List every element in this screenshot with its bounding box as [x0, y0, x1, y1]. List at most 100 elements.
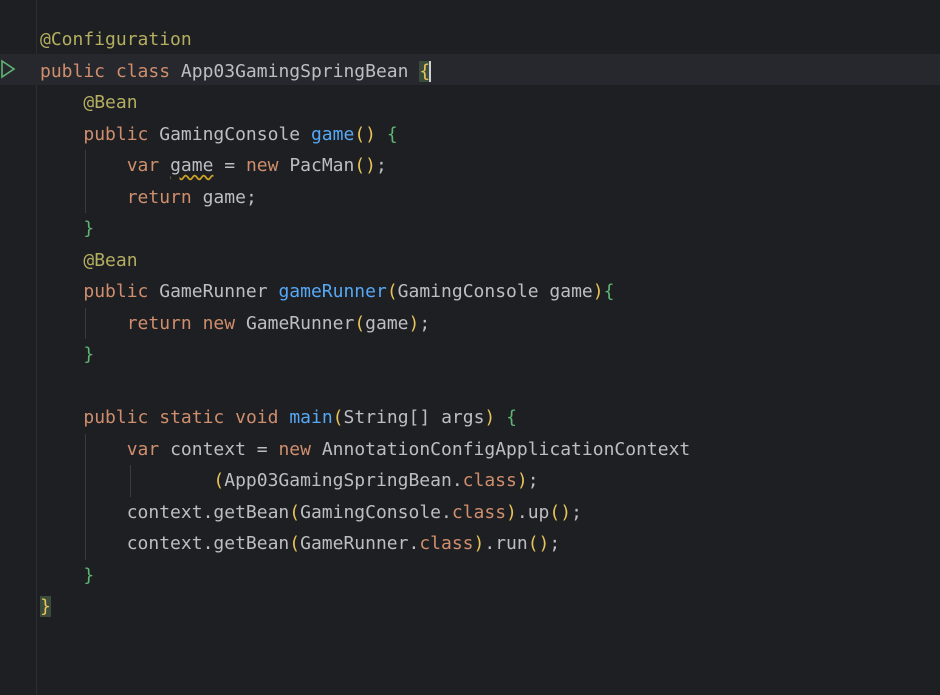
keyword: public: [83, 123, 149, 145]
code-line-19: }: [40, 591, 690, 623]
keyword: return: [126, 312, 192, 334]
close-paren: ): [516, 470, 528, 491]
return-type: GameRunner: [159, 281, 268, 302]
keyword: void: [235, 407, 279, 428]
code-line-18: }: [40, 560, 690, 592]
close-paren: ): [592, 281, 604, 302]
keyword: new: [278, 438, 311, 460]
method-call: .up: [516, 501, 550, 523]
param-name: args: [441, 407, 485, 428]
open-paren: (: [354, 312, 366, 334]
code-line-4: public GamingConsole game() {: [40, 119, 690, 151]
method-call: .getBean: [202, 501, 290, 523]
text-caret: [429, 61, 432, 82]
dot: .: [408, 533, 420, 554]
annotation: @Bean: [83, 92, 138, 113]
parens: (): [527, 533, 550, 554]
close-paren: ): [484, 407, 496, 428]
code-line-7: }: [40, 213, 690, 245]
constructor: AnnotationConfigApplicationContext: [321, 438, 691, 460]
code-line-11: }: [40, 339, 690, 371]
parens: (): [549, 501, 572, 523]
annotation: @Configuration: [40, 29, 192, 50]
semicolon: ;: [376, 155, 387, 176]
close-paren: ): [506, 501, 517, 523]
close-brace: }: [83, 564, 95, 586]
param-type: GamingConsole: [397, 281, 539, 302]
class-reference: App03GamingSpringBean: [224, 470, 452, 491]
parens: (): [354, 155, 377, 176]
code-line-10: return new GameRunner(game);: [40, 307, 690, 339]
receiver: context: [126, 501, 203, 523]
dot: .: [451, 470, 463, 491]
keyword: new: [245, 155, 279, 176]
open-paren: (: [289, 533, 301, 554]
semicolon: ;: [419, 312, 431, 334]
code-editor[interactable]: @Configuration public class App03GamingS…: [0, 0, 940, 695]
code-line-8: @Bean: [40, 245, 690, 277]
variable-name: context: [170, 438, 246, 460]
constructor: PacMan: [289, 155, 355, 176]
dot: .: [441, 501, 452, 523]
code-line-9: public GameRunner gameRunner(GamingConso…: [40, 276, 690, 308]
indent-guide: [85, 307, 86, 339]
open-brace: {: [506, 407, 517, 428]
indent-guide: [85, 496, 86, 528]
code-area[interactable]: @Configuration public class App03GamingS…: [40, 24, 690, 623]
code-line-5: var game = new PacMan();: [40, 150, 690, 182]
keyword: return: [126, 186, 192, 208]
code-line-2: public class App03GamingSpringBean {: [40, 56, 690, 88]
operator: =: [224, 155, 236, 176]
class-name: App03GamingSpringBean: [180, 60, 409, 82]
keyword: var: [126, 438, 160, 460]
argument: game: [365, 312, 409, 334]
indent-guide: [85, 433, 86, 465]
keyword: class: [462, 470, 517, 491]
method-call: .run: [484, 533, 528, 554]
keyword: var: [126, 155, 160, 176]
close-paren: ): [473, 533, 485, 554]
run-gutter-icon[interactable]: [0, 59, 16, 79]
identifier: game: [202, 186, 246, 208]
class-reference: GamingConsole: [300, 501, 441, 523]
method-name: game: [310, 123, 355, 145]
class-reference: GameRunner: [300, 533, 409, 554]
gutter-separator: [36, 0, 37, 695]
open-paren: (: [213, 470, 225, 491]
semicolon: ;: [245, 186, 257, 208]
semicolon: ;: [549, 533, 561, 554]
semicolon: ;: [527, 470, 539, 491]
semicolon: ;: [571, 501, 582, 523]
matched-brace: }: [40, 596, 51, 617]
code-line-16: context.getBean(GamingConsole.class).up(…: [40, 496, 690, 528]
code-line-13: public static void main(String[] args) {: [40, 402, 690, 434]
return-type: GamingConsole: [159, 123, 301, 145]
code-line-3: @Bean: [40, 87, 690, 119]
open-paren: (: [332, 407, 344, 428]
param-type: String[]: [343, 407, 431, 428]
close-brace: }: [83, 218, 95, 239]
open-paren: (: [289, 501, 301, 523]
keyword: new: [202, 312, 236, 334]
constructor: GameRunner: [245, 312, 355, 334]
keyword: public: [83, 281, 149, 302]
keyword: class: [451, 501, 507, 523]
keyword: public: [83, 407, 149, 428]
indent-guide: [85, 465, 86, 497]
code-line-14: var context = new AnnotationConfigApplic…: [40, 433, 691, 465]
open-brace: {: [386, 123, 398, 145]
code-line-6: return game;: [40, 181, 690, 213]
receiver: context: [126, 533, 203, 554]
parens: (): [354, 123, 377, 145]
close-paren: ): [408, 312, 420, 334]
close-brace: }: [83, 344, 95, 365]
indent-guide: [85, 181, 86, 213]
keyword: class: [419, 533, 474, 554]
open-paren: (: [386, 281, 398, 302]
indent-guide: [130, 465, 131, 497]
variable-name-warning[interactable]: game: [170, 155, 213, 176]
indent-guide: [85, 528, 86, 560]
keyword: class: [115, 60, 171, 82]
method-name: gameRunner: [278, 281, 387, 302]
